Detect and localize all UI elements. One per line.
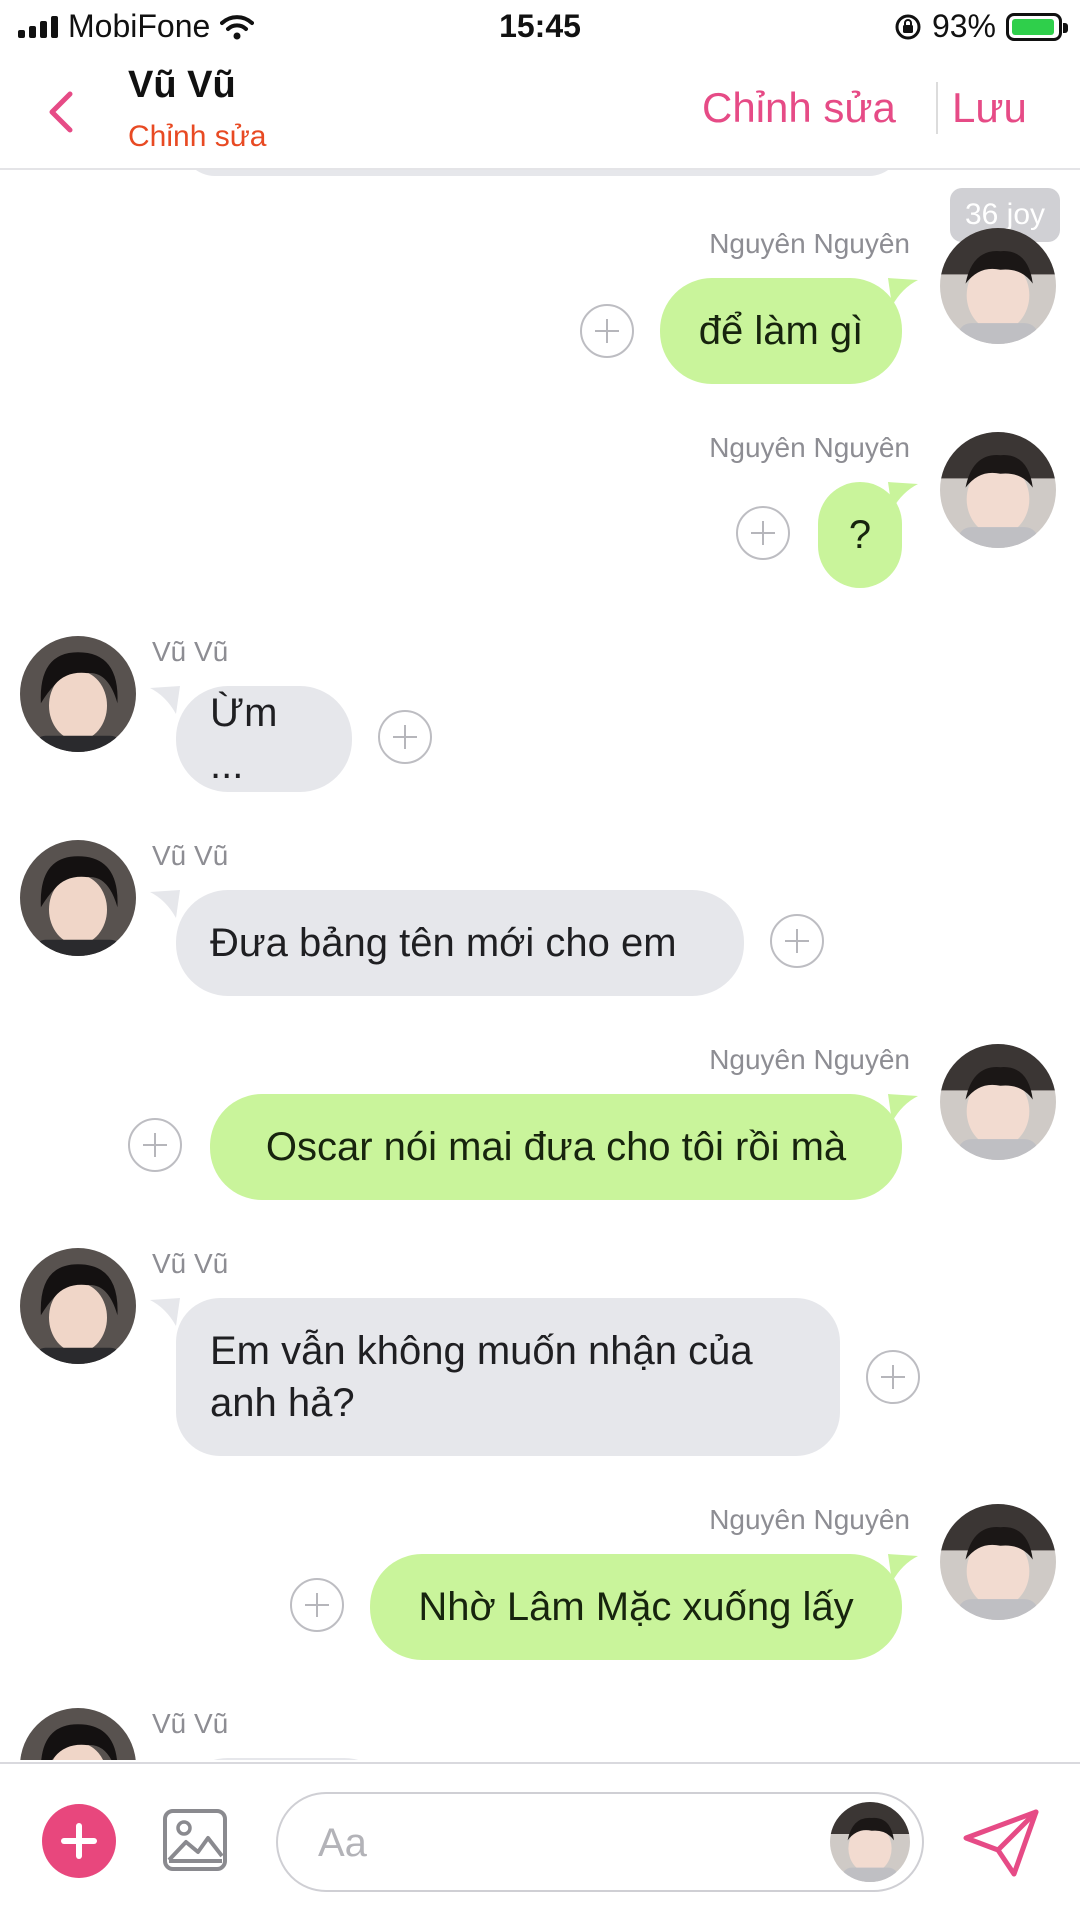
- sender-name: Nguyên Nguyên: [709, 432, 910, 463]
- chevron-left-icon[interactable]: [40, 86, 84, 138]
- status-right: 93%: [894, 8, 1068, 45]
- sender-name: Vũ Vũ: [152, 636, 229, 667]
- avatar[interactable]: [20, 840, 136, 956]
- status-bar: MobiFone 15:45 93%: [0, 0, 1080, 58]
- partial-message-bubble: [182, 170, 902, 176]
- message-bubble[interactable]: để làm gì: [660, 278, 902, 384]
- sender-name: Nguyên Nguyên: [709, 228, 910, 259]
- bubble-tail: [150, 890, 180, 918]
- react-button[interactable]: [770, 914, 824, 968]
- bubble-tail: [888, 278, 918, 306]
- header-divider: [936, 82, 938, 134]
- sender-name: Vũ Vũ: [152, 1248, 229, 1279]
- chat-title: Vũ Vũ: [128, 64, 236, 106]
- avatar[interactable]: [940, 1044, 1056, 1160]
- send-icon[interactable]: [962, 1808, 1040, 1878]
- react-button[interactable]: [866, 1350, 920, 1404]
- avatar[interactable]: [940, 1504, 1056, 1620]
- bubble-tail: [888, 482, 918, 510]
- react-button[interactable]: [736, 506, 790, 560]
- bubble-tail: [888, 1554, 918, 1582]
- react-button[interactable]: [290, 1578, 344, 1632]
- avatar[interactable]: [940, 228, 1056, 344]
- save-button[interactable]: Lưu: [952, 84, 1027, 132]
- avatar[interactable]: [20, 1248, 136, 1364]
- sender-name: Vũ Vũ: [152, 840, 229, 871]
- react-button[interactable]: [128, 1118, 182, 1172]
- plus-icon[interactable]: [42, 1804, 116, 1878]
- rotation-lock-icon: [895, 14, 921, 39]
- battery-icon: [1006, 12, 1068, 41]
- image-icon[interactable]: [162, 1808, 228, 1872]
- react-button[interactable]: [580, 304, 634, 358]
- message-bubble[interactable]: Oscar nói mai đưa cho tôi rồi mà: [210, 1094, 902, 1200]
- composer-avatar[interactable]: [830, 1802, 910, 1882]
- bubble-tail: [150, 686, 180, 714]
- bubble-tail: [150, 1298, 180, 1326]
- bubble-tail: [888, 1094, 918, 1122]
- message-input-wrapper: [276, 1792, 924, 1892]
- sender-name: Nguyên Nguyên: [709, 1044, 910, 1075]
- message-bubble[interactable]: Ừm ...: [176, 686, 352, 792]
- avatar[interactable]: [20, 1708, 136, 1760]
- avatar[interactable]: [20, 636, 136, 752]
- chat-header: Vũ Vũ Chỉnh sửa Chỉnh sửa Lưu: [0, 58, 1080, 170]
- sender-name: Nguyên Nguyên: [709, 1504, 910, 1535]
- avatar[interactable]: [940, 432, 1056, 548]
- message-bubble[interactable]: [176, 1758, 396, 1760]
- battery-percent: 93%: [931, 8, 996, 44]
- message-input[interactable]: [316, 1816, 820, 1870]
- edit-button[interactable]: Chỉnh sửa: [702, 84, 896, 132]
- sender-name: Vũ Vũ: [152, 1708, 229, 1739]
- react-button[interactable]: [378, 710, 432, 764]
- message-bubble[interactable]: Nhờ Lâm Mặc xuống lấy: [370, 1554, 902, 1660]
- message-bubble[interactable]: Em vẫn không muốn nhận của anh hả?: [176, 1298, 840, 1456]
- composer-bar: [0, 1762, 1080, 1922]
- message-list[interactable]: 36 joy Nguyên Nguyên để làm gì Nguyên Ng…: [0, 170, 1080, 1760]
- chat-subtitle[interactable]: Chỉnh sửa: [128, 120, 267, 154]
- message-bubble[interactable]: Đưa bảng tên mới cho em: [176, 890, 744, 996]
